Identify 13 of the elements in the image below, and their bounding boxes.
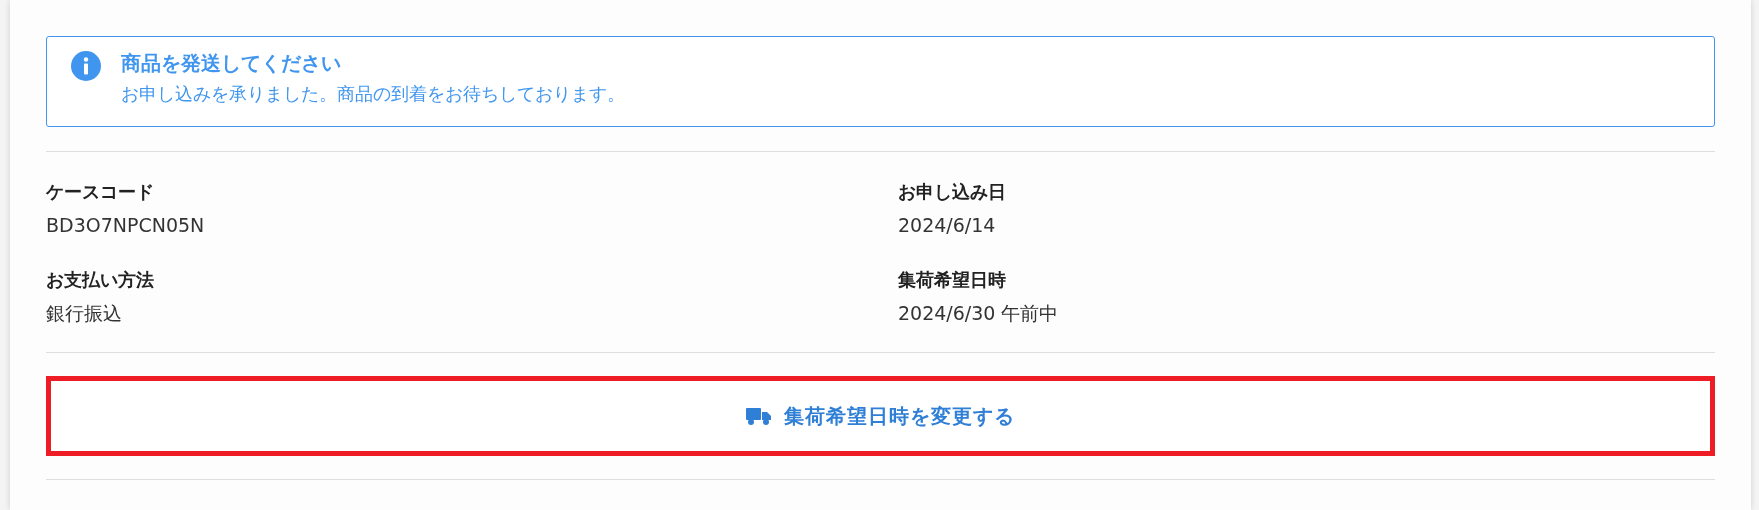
field-label: お支払い方法 xyxy=(46,268,154,292)
field-value: 2024/6/14 xyxy=(898,213,996,238)
field-value: 銀行振込 xyxy=(46,301,122,326)
truck-icon xyxy=(746,406,772,426)
field-label: お申し込み日 xyxy=(898,180,1006,204)
field-label: 集荷希望日時 xyxy=(898,268,1006,292)
change-date-button[interactable]: 集荷希望日時を変更する xyxy=(46,376,1715,456)
field-value: BD3O7NPCN05N xyxy=(46,213,205,238)
field-label: ケースコード xyxy=(46,180,154,204)
notice-title: 商品を発送してください xyxy=(121,50,341,77)
info-icon xyxy=(71,51,101,81)
field-value: 2024/6/30 午前中 xyxy=(898,301,1059,326)
notice-message: お申し込みを承りました。商品の到着をお待ちしております。 xyxy=(121,82,625,106)
